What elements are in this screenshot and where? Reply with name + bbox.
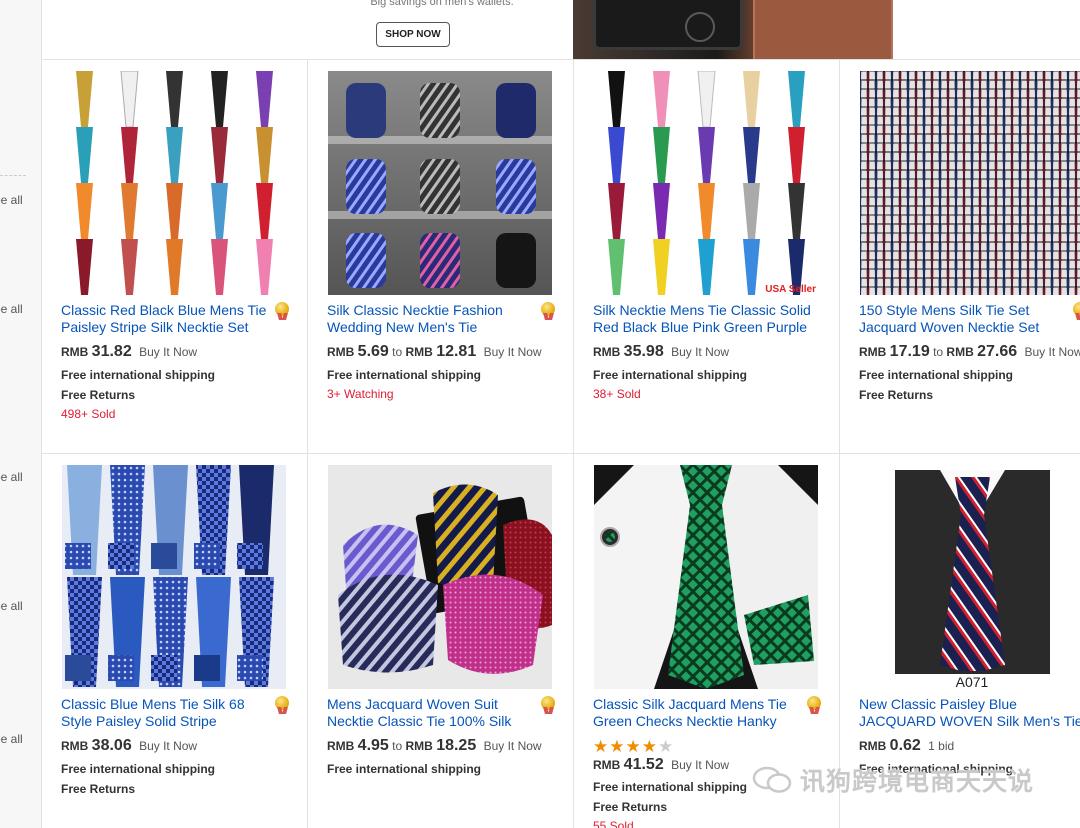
star-icon: ★ bbox=[641, 737, 658, 756]
top-rated-badge-icon bbox=[275, 302, 289, 320]
shipping-info: Free international shipping bbox=[859, 368, 1014, 382]
sold-count: 55 Sold bbox=[593, 819, 634, 828]
shipping-info: Free international shipping bbox=[61, 762, 216, 776]
price: RMB 17.19 to RMB 27.66 Buy It Now bbox=[859, 343, 1080, 360]
watermark-text: 讯狗跨境电商天天说 bbox=[800, 767, 1035, 796]
product-image[interactable]: A071 bbox=[860, 465, 1080, 689]
shipping-info: Free international shipping bbox=[61, 368, 216, 382]
see-all-link[interactable]: ee all bbox=[0, 732, 40, 746]
product-title[interactable]: New Classic Paisley Blue JACQUARD WOVEN … bbox=[859, 696, 1080, 730]
product-title[interactable]: Silk Necktie Mens Tie Classic Solid Red … bbox=[593, 302, 821, 336]
price: RMB 35.98 Buy It Now bbox=[593, 343, 730, 360]
top-rated-badge-icon bbox=[807, 696, 821, 714]
price: RMB 0.62 1 bid bbox=[859, 737, 955, 754]
top-rated-badge-icon bbox=[1073, 302, 1080, 320]
price: RMB 5.69 to RMB 12.81 Buy It Now bbox=[327, 343, 542, 360]
product-image[interactable] bbox=[328, 71, 552, 295]
rating-stars[interactable]: ★★★★★ bbox=[593, 737, 674, 757]
shop-now-button[interactable]: SHOP NOW bbox=[376, 22, 450, 47]
price: RMB 41.52 Buy It Now bbox=[593, 756, 730, 773]
product-image[interactable] bbox=[62, 71, 286, 295]
star-icon: ★ bbox=[625, 737, 642, 756]
see-all-link[interactable]: ee all bbox=[0, 302, 40, 316]
price: RMB 4.95 to RMB 18.25 Buy It Now bbox=[327, 737, 542, 754]
product-card[interactable]: Classic Red Black Blue Mens Tie Paisley … bbox=[42, 60, 308, 454]
star-icon: ★ bbox=[609, 737, 626, 756]
top-rated-badge-icon bbox=[541, 302, 555, 320]
watching-count: 3+ Watching bbox=[327, 387, 394, 401]
returns-info: Free Returns bbox=[61, 782, 136, 796]
product-card[interactable]: Classic Blue Mens Tie Silk 68 Style Pais… bbox=[42, 454, 308, 828]
wallet-banner-image[interactable] bbox=[573, 0, 893, 59]
price: RMB 31.82 Buy It Now bbox=[61, 343, 198, 360]
price: RMB 38.06 Buy It Now bbox=[61, 737, 198, 754]
wechat-icon bbox=[752, 766, 792, 793]
promo-banner: Big savings on men's wallets. SHOP NOW bbox=[42, 0, 1080, 60]
star-icon: ★ bbox=[593, 737, 610, 756]
product-title[interactable]: Classic Red Black Blue Mens Tie Paisley … bbox=[61, 302, 271, 336]
product-card[interactable]: USA Seller Silk Necktie Mens Tie Classic… bbox=[574, 60, 840, 454]
product-card[interactable]: 150 Style Mens Silk Tie Set Jacquard Wov… bbox=[840, 60, 1080, 454]
star-empty-icon: ★ bbox=[658, 737, 675, 756]
see-all-link[interactable]: ee all bbox=[0, 193, 40, 207]
top-rated-badge-icon bbox=[541, 696, 555, 714]
product-image[interactable]: USA Seller bbox=[594, 71, 818, 295]
returns-info: Free Returns bbox=[593, 800, 668, 814]
shipping-info: Free international shipping bbox=[327, 368, 482, 382]
product-card[interactable]: Silk Classic Necktie Fashion Wedding New… bbox=[308, 60, 574, 454]
banner-text: Big savings on men's wallets. bbox=[370, 0, 514, 8]
shipping-info: Free international shipping bbox=[593, 780, 748, 794]
product-title[interactable]: Classic Blue Mens Tie Silk 68 Style Pais… bbox=[61, 696, 271, 730]
product-title[interactable]: Mens Jacquard Woven Suit Necktie Classic… bbox=[327, 696, 537, 730]
sidebar-divider bbox=[0, 175, 26, 176]
image-caption: USA Seller bbox=[765, 284, 816, 295]
left-sidebar: ee all ee all ee all ee all ee all bbox=[0, 0, 42, 828]
returns-info: Free Returns bbox=[61, 388, 136, 402]
product-image[interactable] bbox=[328, 465, 552, 689]
image-caption: A071 bbox=[956, 674, 989, 689]
product-title[interactable]: 150 Style Mens Silk Tie Set Jacquard Wov… bbox=[859, 302, 1069, 336]
product-title[interactable]: Silk Classic Necktie Fashion Wedding New… bbox=[327, 302, 537, 336]
product-image[interactable] bbox=[594, 465, 818, 689]
shipping-info: Free international shipping bbox=[593, 368, 748, 382]
product-title[interactable]: Classic Silk Jacquard Mens Tie Green Che… bbox=[593, 696, 803, 730]
returns-info: Free Returns bbox=[859, 388, 934, 402]
see-all-link[interactable]: ee all bbox=[0, 599, 40, 613]
sold-count: 498+ Sold bbox=[61, 407, 116, 421]
product-grid: Classic Red Black Blue Mens Tie Paisley … bbox=[42, 60, 1080, 828]
product-card[interactable]: Mens Jacquard Woven Suit Necktie Classic… bbox=[308, 454, 574, 828]
shipping-info: Free international shipping bbox=[327, 762, 482, 776]
sold-count: 38+ Sold bbox=[593, 387, 641, 401]
product-image[interactable] bbox=[62, 465, 286, 689]
top-rated-badge-icon bbox=[275, 696, 289, 714]
product-image[interactable] bbox=[860, 71, 1080, 295]
see-all-link[interactable]: ee all bbox=[0, 470, 40, 484]
